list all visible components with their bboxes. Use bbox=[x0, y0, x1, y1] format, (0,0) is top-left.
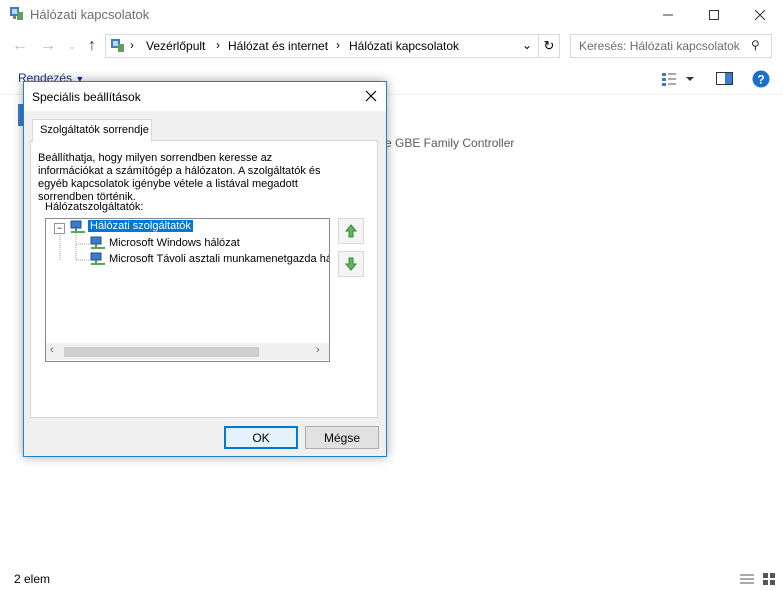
chevron-down-icon: ⌄ bbox=[68, 41, 76, 51]
cancel-button[interactable]: Mégse bbox=[305, 426, 379, 449]
details-view-icon[interactable] bbox=[739, 572, 755, 586]
dialog-title: Speciális beállítások bbox=[32, 90, 141, 104]
recent-locations-button[interactable]: ⌄ bbox=[62, 36, 82, 56]
view-details-icon bbox=[662, 73, 694, 86]
preview-pane-icon bbox=[716, 72, 733, 85]
item-count: 2 elem bbox=[14, 572, 51, 586]
breadcrumb-network-connections[interactable]: Hálózati kapcsolatok bbox=[349, 39, 459, 53]
breadcrumb-network-internet[interactable]: Hálózat és internet bbox=[228, 39, 328, 53]
tab-label: Szolgáltatók sorrendje bbox=[40, 124, 149, 136]
arrow-up-green-icon bbox=[345, 224, 357, 238]
help-icon: ? bbox=[752, 70, 770, 88]
tab-provider-order[interactable]: Szolgáltatók sorrendje bbox=[32, 119, 152, 142]
cancel-label: Mégse bbox=[323, 430, 361, 445]
search-icon: ⚲ bbox=[751, 38, 760, 52]
close-icon bbox=[755, 10, 765, 20]
arrow-right-icon: → bbox=[40, 37, 56, 54]
refresh-icon: ↻ bbox=[543, 38, 555, 53]
scroll-right-icon[interactable]: › bbox=[316, 344, 320, 356]
breadcrumb-control-panel[interactable]: Vezérlőpult bbox=[146, 39, 205, 53]
address-bar[interactable]: › Vezérlőpult › Hálózat és internet › Há… bbox=[105, 34, 539, 58]
arrow-down-green-icon bbox=[345, 257, 357, 271]
refresh-button[interactable]: ↻ bbox=[539, 34, 560, 58]
forward-button[interactable]: → bbox=[38, 36, 58, 56]
status-bar: 2 elem bbox=[0, 568, 783, 591]
address-dropdown-icon[interactable]: ⌄ bbox=[522, 38, 532, 52]
close-button[interactable] bbox=[737, 0, 783, 30]
network-connections-icon bbox=[8, 6, 24, 22]
providers-label: Hálózatszolgáltatók: bbox=[45, 201, 144, 213]
network-provider-icon bbox=[70, 220, 85, 233]
move-up-button[interactable] bbox=[338, 218, 364, 244]
adapter-name: e GBE Family Controller bbox=[385, 136, 515, 150]
large-icons-view-icon[interactable] bbox=[762, 572, 776, 586]
maximize-icon bbox=[709, 10, 719, 20]
horizontal-scrollbar[interactable]: ‹ › bbox=[46, 343, 329, 360]
network-provider-icon bbox=[90, 252, 105, 265]
back-button[interactable]: ← bbox=[10, 36, 30, 56]
tree-item-root[interactable]: Hálózati szolgáltatók bbox=[88, 220, 193, 232]
control-panel-icon bbox=[111, 39, 124, 52]
scroll-left-icon[interactable]: ‹ bbox=[50, 344, 54, 356]
scrollbar-thumb[interactable] bbox=[64, 347, 259, 357]
ok-button[interactable]: OK bbox=[224, 426, 298, 449]
ok-label: OK bbox=[252, 430, 270, 445]
tree-item-rds-network[interactable]: Microsoft Távoli asztali munkamenetgazda… bbox=[109, 253, 329, 265]
chevron-right-icon: › bbox=[216, 38, 220, 52]
description-text: Beállíthatja, hogy milyen sorrendben ker… bbox=[38, 152, 321, 203]
dialog-close-button[interactable] bbox=[359, 84, 383, 108]
arrow-left-icon: ← bbox=[12, 37, 28, 54]
view-options-button[interactable] bbox=[660, 70, 700, 88]
search-placeholder: Keresés: Hálózati kapcsolatok bbox=[579, 39, 740, 53]
arrow-up-icon: ↑ bbox=[88, 37, 96, 54]
up-button[interactable]: ↑ bbox=[82, 36, 102, 56]
window-title: Hálózati kapcsolatok bbox=[30, 7, 150, 22]
minimize-icon bbox=[663, 14, 673, 16]
close-icon bbox=[365, 90, 377, 102]
chevron-right-icon: › bbox=[336, 38, 340, 52]
collapse-toggle[interactable]: − bbox=[54, 223, 65, 234]
chevron-right-icon: › bbox=[130, 38, 134, 52]
minimize-button[interactable] bbox=[645, 0, 691, 30]
maximize-button[interactable] bbox=[691, 0, 737, 30]
preview-pane-button[interactable] bbox=[716, 72, 734, 86]
svg-text:?: ? bbox=[757, 73, 764, 87]
advanced-settings-dialog: Speciális beállítások Szolgáltatók sorre… bbox=[23, 81, 387, 457]
help-button[interactable]: ? bbox=[752, 70, 770, 88]
tree-item-windows-network[interactable]: Microsoft Windows hálózat bbox=[109, 237, 240, 249]
move-down-button[interactable] bbox=[338, 251, 364, 277]
providers-tree[interactable]: − Hálózati szolgáltatók Microsoft Window… bbox=[45, 218, 330, 362]
search-input[interactable]: Keresés: Hálózati kapcsolatok ⚲ bbox=[570, 34, 772, 58]
network-provider-icon bbox=[90, 236, 105, 249]
